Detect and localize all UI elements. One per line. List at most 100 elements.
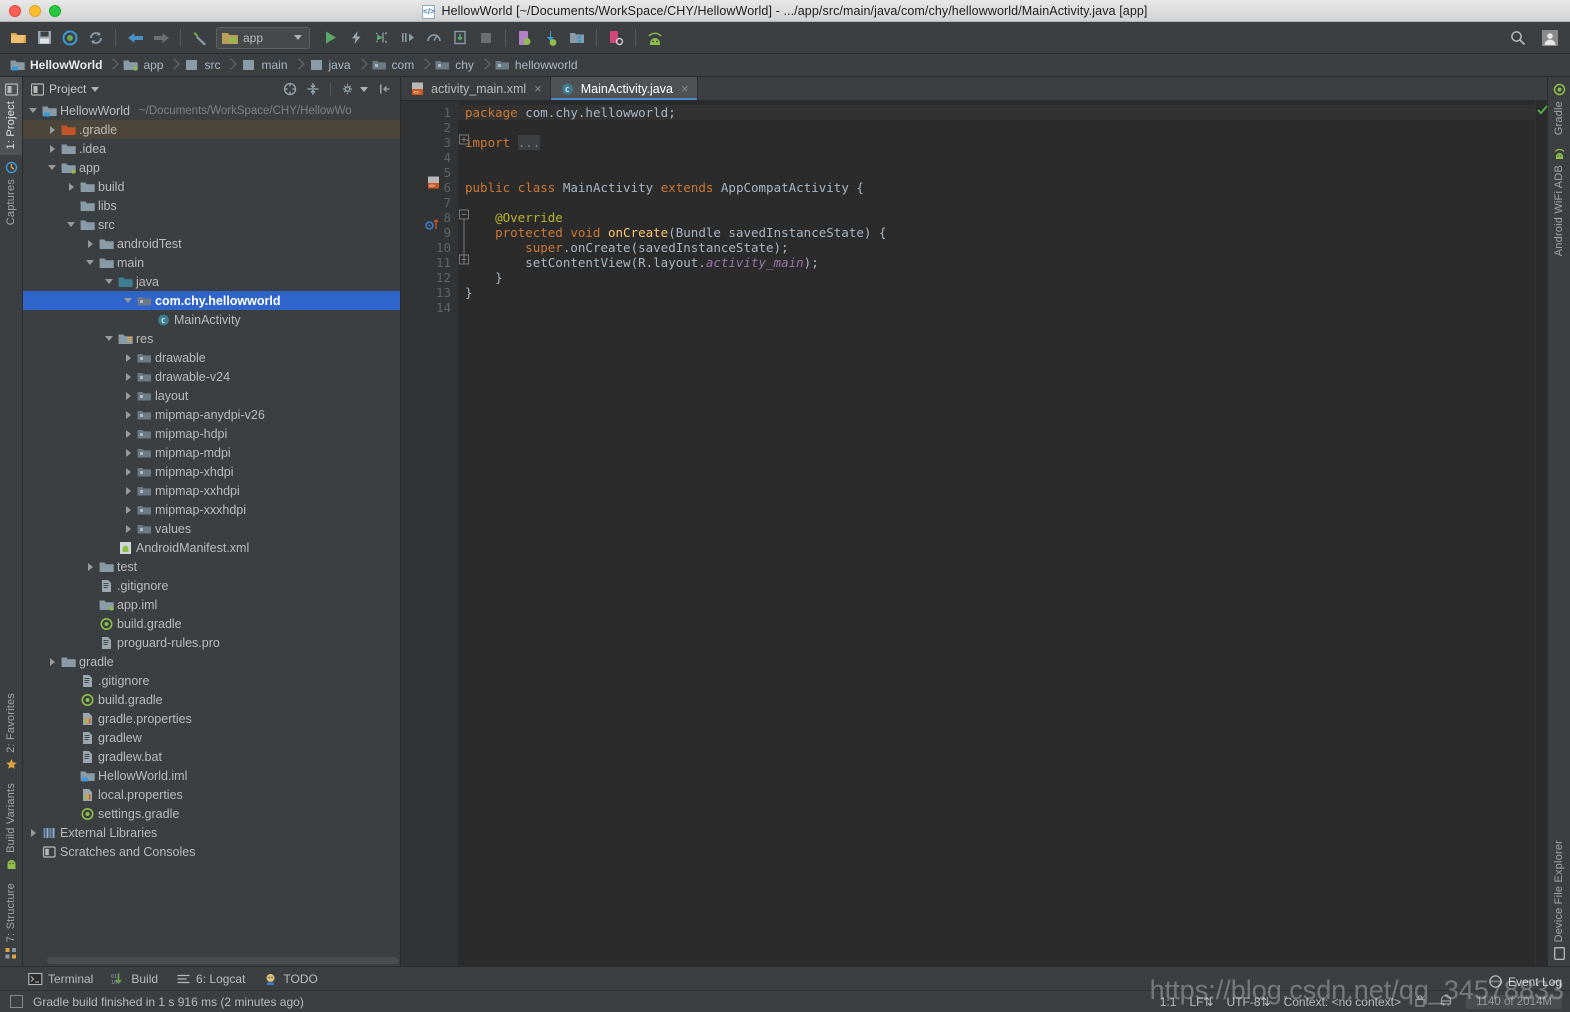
search-icon[interactable]	[1506, 26, 1530, 50]
sidebar-item-project[interactable]: 1: Project	[0, 77, 22, 156]
code-content[interactable]: package com.chy.hellowworld; import ... …	[458, 101, 1535, 966]
tree-twisty-open-icon[interactable]	[65, 215, 79, 234]
code-line[interactable]: }	[458, 270, 1535, 285]
tree-twisty-open-icon[interactable]	[103, 329, 117, 348]
tree-row[interactable]: Scratches and Consoles	[23, 842, 400, 861]
tree-row[interactable]: HellowWorld.iml	[23, 766, 400, 785]
sidebar-item-build-variants[interactable]: Build Variants	[0, 777, 22, 877]
tree-twisty-closed-icon[interactable]	[27, 823, 41, 842]
attach-debugger-icon[interactable]	[448, 26, 472, 50]
memory-indicator[interactable]: 1140 of 2014M	[1466, 994, 1562, 1009]
statusbar-toggle-icon[interactable]	[10, 995, 23, 1008]
tree-row[interactable]: values	[23, 519, 400, 538]
breadcrumb-item-app[interactable]: app	[123, 54, 163, 77]
fold-gutter[interactable]	[458, 101, 472, 966]
tree-twisty-closed-icon[interactable]	[122, 462, 136, 481]
tree-row[interactable]: gradle	[23, 652, 400, 671]
code-line[interactable]: package com.chy.hellowworld;	[458, 105, 1535, 120]
tree-row[interactable]: local.properties	[23, 785, 400, 804]
tree-row[interactable]: androidTest	[23, 234, 400, 253]
close-tab-icon[interactable]: ×	[681, 82, 689, 95]
save-all-icon[interactable]	[32, 26, 56, 50]
tree-twisty-closed-icon[interactable]	[122, 348, 136, 367]
tree-row[interactable]: C MainActivity	[23, 310, 400, 329]
sdk-manager-icon[interactable]	[539, 26, 563, 50]
tree-row[interactable]: gradle.properties	[23, 709, 400, 728]
sidebar-item-captures[interactable]: Captures	[0, 155, 22, 231]
open-folder-icon[interactable]	[6, 26, 30, 50]
sidebar-item-gradle[interactable]: Gradle	[1548, 77, 1570, 141]
minimize-button[interactable]	[29, 4, 41, 17]
editor-tab-mainactivity-java[interactable]: C MainActivity.java ×	[550, 77, 698, 100]
tree-row[interactable]: layout	[23, 386, 400, 405]
tree-twisty-closed-icon[interactable]	[122, 405, 136, 424]
code-line[interactable]	[458, 300, 1535, 315]
bottom-tab-todo[interactable]: TODO	[263, 972, 318, 986]
tree-row[interactable]: drawable	[23, 348, 400, 367]
code-line[interactable]: super.onCreate(savedInstanceState);	[458, 240, 1535, 255]
tree-row[interactable]: app.iml	[23, 595, 400, 614]
collapse-all-icon[interactable]	[304, 80, 322, 98]
settings-chevron-down-icon[interactable]	[360, 86, 368, 92]
module-selector[interactable]: app	[216, 26, 310, 49]
code-line[interactable]: }	[458, 285, 1535, 300]
event-log-button[interactable]: Event Log	[1488, 974, 1562, 989]
tree-twisty-open-icon[interactable]	[46, 158, 60, 177]
user-avatar-icon[interactable]	[1538, 26, 1562, 50]
tree-row[interactable]: settings.gradle	[23, 804, 400, 823]
tree-row[interactable]: build	[23, 177, 400, 196]
tree-twisty-closed-icon[interactable]	[122, 386, 136, 405]
tree-row[interactable]: proguard-rules.pro	[23, 633, 400, 652]
inspection-icon[interactable]	[1439, 994, 1453, 1010]
chevron-down-icon[interactable]	[294, 35, 302, 40]
tree-twisty-closed-icon[interactable]	[122, 519, 136, 538]
breadcrumb-item-java[interactable]: java	[309, 54, 351, 77]
breadcrumb-item-src[interactable]: src	[184, 54, 220, 77]
forward-arrow-icon[interactable]	[149, 26, 173, 50]
project-tree-horizontal-scrollbar[interactable]	[47, 957, 399, 964]
device-manager-icon[interactable]	[604, 26, 628, 50]
tree-row[interactable]: HellowWorld ~/Documents/WorkSpace/CHY/Hel…	[23, 101, 400, 120]
debug-icon[interactable]	[370, 26, 394, 50]
sidebar-item-device-file-explorer[interactable]: Device File Explorer	[1548, 834, 1570, 966]
apply-changes-icon[interactable]	[344, 26, 368, 50]
code-line[interactable]: import ...	[458, 135, 1535, 150]
tree-row[interactable]: libs	[23, 196, 400, 215]
code-line[interactable]: setContentView(R.layout.activity_main);	[458, 255, 1535, 270]
android-wifi-adb-icon[interactable]	[643, 26, 667, 50]
tree-row[interactable]: mipmap-xxhdpi	[23, 481, 400, 500]
tree-twisty-closed-icon[interactable]	[65, 177, 79, 196]
error-stripe-gutter[interactable]	[1535, 101, 1548, 966]
tree-row[interactable]: External Libraries	[23, 823, 400, 842]
sidebar-item-favorites[interactable]: 2: Favorites	[0, 687, 22, 777]
code-line[interactable]	[458, 150, 1535, 165]
tree-twisty-open-icon[interactable]	[84, 253, 98, 272]
breadcrumb-item-hellowworld[interactable]: HellowWorld	[10, 54, 102, 77]
project-panel-chevron-down-icon[interactable]	[91, 86, 100, 92]
override-method-marker-icon[interactable]	[425, 218, 441, 234]
tree-twisty-open-icon[interactable]	[27, 101, 41, 120]
breadcrumb-item-hellowworld[interactable]: hellowworld	[495, 54, 578, 77]
tree-twisty-closed-icon[interactable]	[122, 443, 136, 462]
tree-twisty-open-icon[interactable]	[103, 272, 117, 291]
run-icon[interactable]	[318, 26, 342, 50]
avd-manager-icon[interactable]	[513, 26, 537, 50]
sidebar-item-android-wifi-adb[interactable]: Android WiFi ADB	[1548, 141, 1570, 262]
tree-twisty-closed-icon[interactable]	[122, 424, 136, 443]
sync-project-icon[interactable]	[58, 26, 82, 50]
bottom-tab-6-logcat[interactable]: 6: Logcat	[176, 972, 245, 986]
tree-row[interactable]: gradlew	[23, 728, 400, 747]
tree-row[interactable]: app	[23, 158, 400, 177]
tree-twisty-closed-icon[interactable]	[84, 557, 98, 576]
settings-gear-icon[interactable]	[339, 80, 357, 98]
tree-twisty-closed-icon[interactable]	[84, 234, 98, 253]
code-line[interactable]	[458, 195, 1535, 210]
stop-icon[interactable]	[474, 26, 498, 50]
tree-row[interactable]: drawable-v24	[23, 367, 400, 386]
tree-twisty-closed-icon[interactable]	[122, 481, 136, 500]
hide-panel-icon[interactable]	[376, 80, 394, 98]
tree-row[interactable]: main	[23, 253, 400, 272]
run-to-cursor-icon[interactable]	[396, 26, 420, 50]
tree-row[interactable]: res	[23, 329, 400, 348]
layout-file-marker-icon[interactable]: <>	[427, 176, 440, 192]
